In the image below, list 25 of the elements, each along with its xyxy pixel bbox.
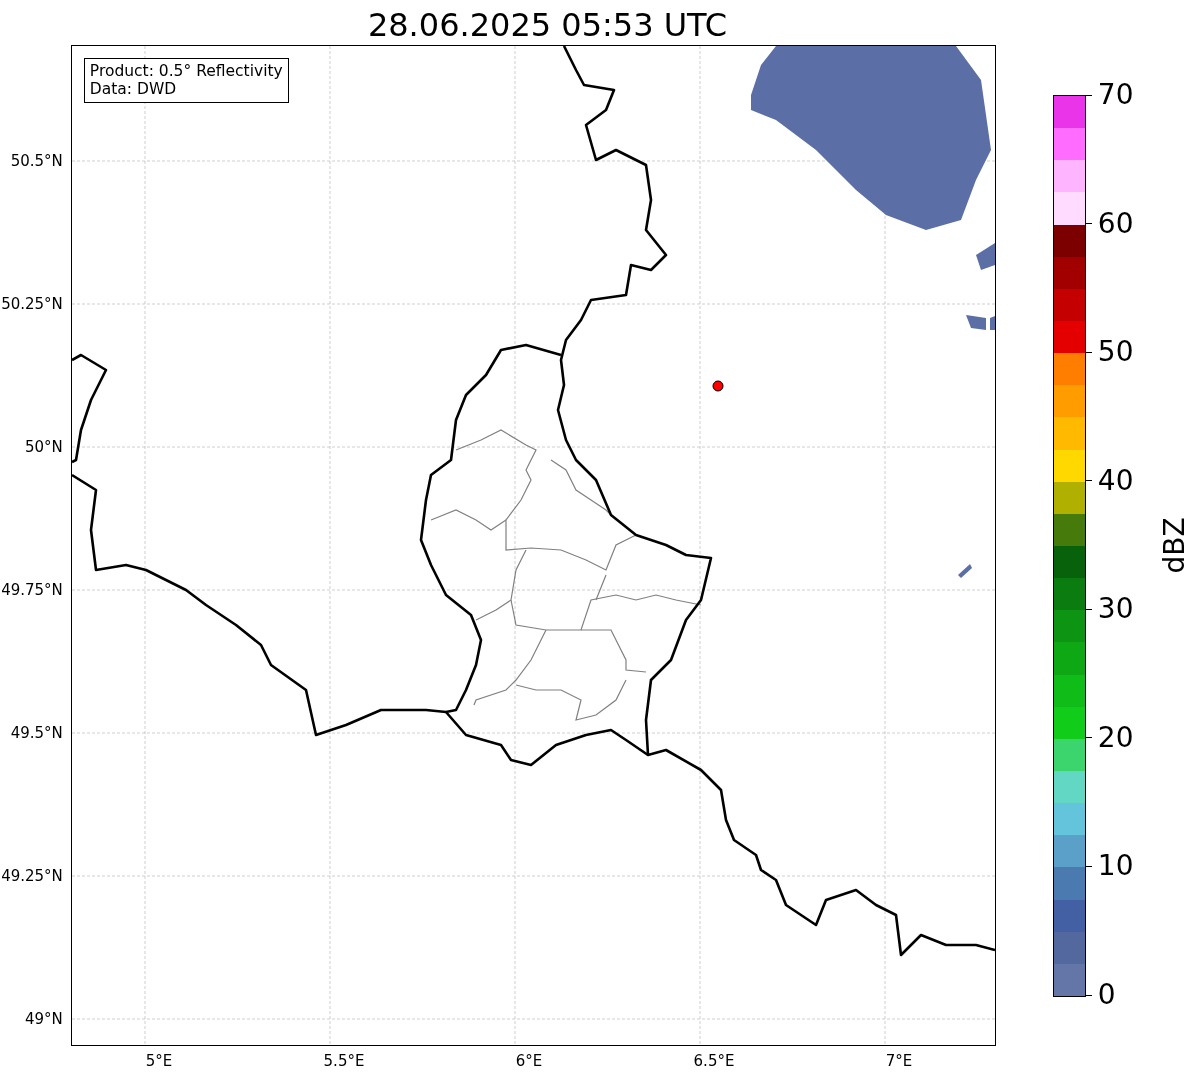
longitude-label: 5.5°E xyxy=(323,1052,365,1070)
colorbar-tick-label: 50 xyxy=(1097,336,1134,369)
colorbar-tick-label: 40 xyxy=(1097,464,1134,497)
colorbar-tick-label: 30 xyxy=(1097,593,1134,626)
chart-title: 28.06.2025 05:53 UTC xyxy=(367,5,728,45)
latitude-label: 49.75°N xyxy=(1,581,63,599)
latitude-label: 49°N xyxy=(25,1010,63,1028)
longitude-label: 5°E xyxy=(145,1052,173,1070)
colorbar-tick-label: 60 xyxy=(1097,207,1134,240)
latitude-label: 49.25°N xyxy=(1,867,63,885)
latitude-label: 50°N xyxy=(25,438,63,456)
annotation-text: Product: 0.5° Reflectivity xyxy=(89,62,283,80)
latitude-label: 50.25°N xyxy=(1,295,63,313)
latitude-label: 50.5°N xyxy=(10,152,63,170)
longitude-label: 7°E xyxy=(885,1052,913,1070)
longitude-label: 6.5°E xyxy=(693,1052,735,1070)
colorbar-tick-label: 10 xyxy=(1097,850,1134,883)
radar-site-marker xyxy=(712,380,724,392)
annotation-text: Data: DWD xyxy=(89,80,178,98)
longitude-label: 6°E xyxy=(515,1052,543,1070)
colorbar-tick-label: 0 xyxy=(1097,979,1116,1011)
latitude-label: 49.5°N xyxy=(10,724,63,742)
colorbar-tick-label: 70 xyxy=(1097,79,1134,111)
colorbar-tick-label: 20 xyxy=(1097,721,1134,754)
colorbar-label: dBZ xyxy=(1157,516,1191,574)
